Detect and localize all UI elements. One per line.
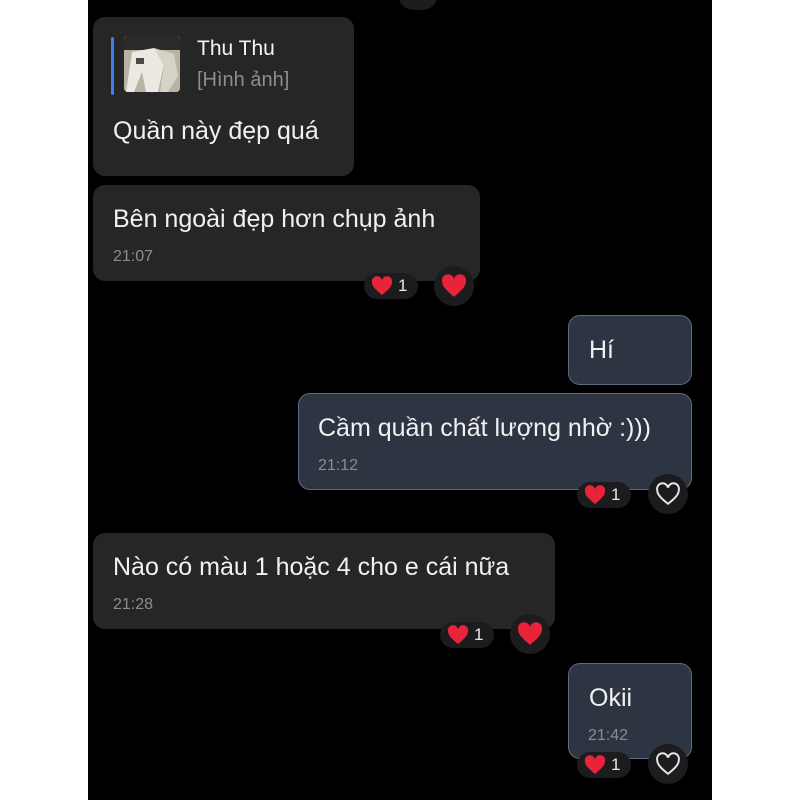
message-text: Hí bbox=[589, 336, 614, 364]
heart-icon bbox=[517, 622, 543, 645]
react-heart-button[interactable] bbox=[648, 474, 688, 514]
reaction-count: 1 bbox=[474, 625, 484, 644]
message-bubble-outgoing[interactable]: Cầm quần chất lượng nhờ :))) 21:12 bbox=[298, 393, 692, 490]
message-bubble-incoming[interactable]: Bên ngoài đẹp hơn chụp ảnh 21:07 bbox=[93, 185, 480, 281]
reaction-count-badge[interactable]: 1 bbox=[364, 273, 418, 299]
reaction-count-badge[interactable]: 1 bbox=[577, 752, 631, 778]
chat-thread: Thu Thu [Hình ảnh] Quần này đẹp quá Bên … bbox=[88, 0, 712, 800]
heart-icon bbox=[584, 485, 606, 505]
message-timestamp: 21:12 bbox=[318, 457, 359, 474]
heart-icon bbox=[371, 276, 393, 296]
message-text: Bên ngoài đẹp hơn chụp ảnh bbox=[113, 205, 436, 233]
reaction-count-badge[interactable]: 1 bbox=[440, 622, 494, 648]
reaction-button-partial[interactable] bbox=[398, 0, 438, 10]
heart-icon bbox=[441, 274, 467, 297]
reply-image-thumbnail[interactable] bbox=[124, 36, 180, 92]
reaction-count: 1 bbox=[611, 485, 621, 504]
message-timestamp: 21:42 bbox=[588, 727, 629, 744]
reply-sender-name: Thu Thu bbox=[197, 37, 275, 60]
reaction-count: 1 bbox=[398, 276, 408, 295]
heart-icon bbox=[584, 755, 606, 775]
heart-icon bbox=[447, 625, 469, 645]
heart-outline-icon bbox=[656, 752, 680, 775]
message-text: Nào có màu 1 hoặc 4 cho e cái nữa bbox=[113, 553, 510, 581]
message-text: Cầm quần chất lượng nhờ :))) bbox=[318, 414, 651, 442]
react-heart-button[interactable] bbox=[434, 266, 474, 306]
react-heart-button[interactable] bbox=[510, 614, 550, 654]
message-timestamp: 21:28 bbox=[113, 596, 154, 613]
message-bubble-outgoing[interactable]: Hí bbox=[568, 315, 692, 385]
reaction-count-badge[interactable]: 1 bbox=[577, 482, 631, 508]
message-text: Quần này đẹp quá bbox=[113, 117, 319, 145]
message-bubble-incoming[interactable]: Thu Thu [Hình ảnh] Quần này đẹp quá bbox=[93, 17, 354, 176]
heart-outline-icon bbox=[656, 482, 680, 505]
message-timestamp: 21:07 bbox=[113, 248, 154, 265]
pants-photo-icon bbox=[124, 36, 180, 92]
message-bubble-incoming[interactable]: Nào có màu 1 hoặc 4 cho e cái nữa 21:28 bbox=[93, 533, 555, 629]
reply-accent-bar bbox=[111, 37, 114, 95]
react-heart-button[interactable] bbox=[648, 744, 688, 784]
reaction-count: 1 bbox=[611, 755, 621, 774]
reply-preview: [Hình ảnh] bbox=[197, 69, 290, 91]
message-text: Okii bbox=[589, 684, 633, 712]
